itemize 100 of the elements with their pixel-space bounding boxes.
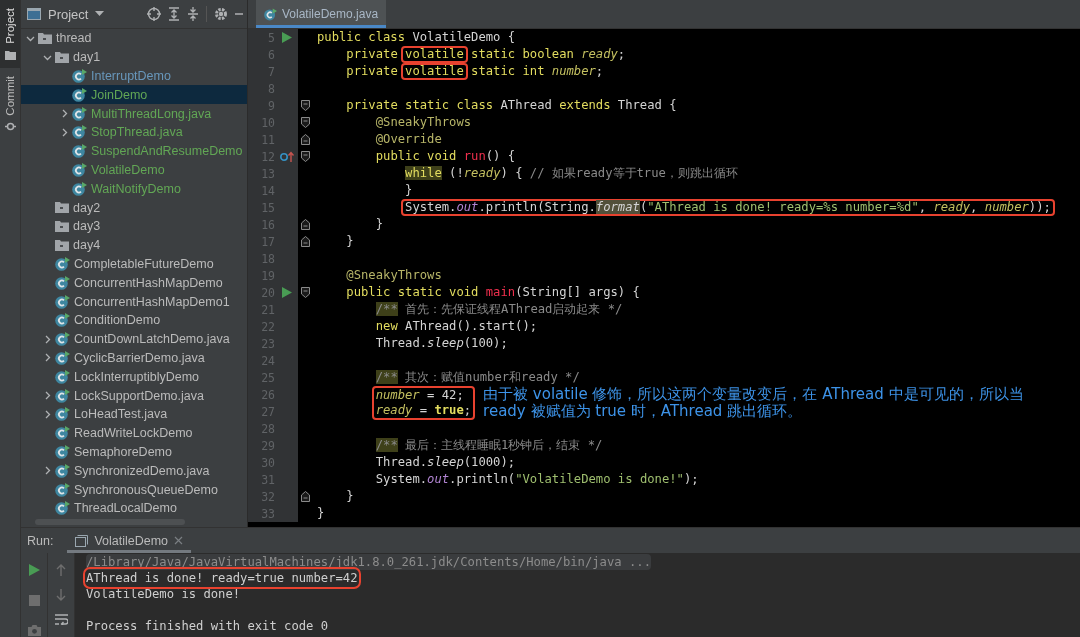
class-icon xyxy=(72,162,87,177)
fold-icon[interactable] xyxy=(300,134,310,145)
tree-item[interactable]: SemaphoreDemo xyxy=(21,442,247,462)
fold-icon[interactable] xyxy=(300,491,310,502)
class-icon xyxy=(55,369,70,384)
tree-item[interactable]: MultiThreadLong.java xyxy=(21,104,247,123)
tree-item[interactable]: ConcurrentHashMapDemo1 xyxy=(21,292,247,311)
folder-icon xyxy=(55,51,69,63)
code-line: Thread.sleep(100); xyxy=(374,335,508,352)
class-icon xyxy=(55,350,70,365)
fold-icon[interactable] xyxy=(300,151,310,162)
collapse-all-icon[interactable] xyxy=(187,7,199,21)
console-line: Process finished with exit code 0 xyxy=(86,618,329,634)
class-icon xyxy=(72,69,87,83)
locate-icon[interactable] xyxy=(147,7,161,21)
code-line: private volatile static int number; xyxy=(345,63,604,80)
code-line: } xyxy=(374,216,384,233)
class-icon xyxy=(55,388,70,403)
tool-window-tab[interactable]: Project xyxy=(0,0,20,68)
run-tab[interactable]: VolatileDemo xyxy=(67,528,192,553)
code-line: private static class AThread extends Thread { xyxy=(345,97,677,114)
code-line: ready = true; xyxy=(375,403,472,418)
class-icon xyxy=(55,482,70,497)
code-line: } xyxy=(317,505,325,522)
code-line: @SneakyThrows xyxy=(345,267,442,284)
fold-icon[interactable] xyxy=(300,236,310,247)
class-icon xyxy=(55,501,70,516)
tree-item[interactable]: LockInterruptiblyDemo xyxy=(21,367,247,387)
fold-icon[interactable] xyxy=(300,219,310,230)
tree-item[interactable]: CountDownLatchDemo.java xyxy=(21,329,247,349)
fold-icon[interactable] xyxy=(300,117,310,128)
folder-icon xyxy=(55,239,69,251)
tree-item[interactable]: day1 xyxy=(21,47,247,67)
tool-window-tab[interactable]: Commit xyxy=(0,67,20,141)
code-line: System.out.println("VolatileDemo is done!"); xyxy=(374,471,699,488)
run-icon[interactable] xyxy=(281,287,292,298)
project-view-icon xyxy=(27,8,41,20)
run-icon[interactable] xyxy=(28,564,40,576)
tree-item[interactable]: ThreadLocalDemo xyxy=(21,498,247,517)
tree-item[interactable]: thread xyxy=(21,29,247,48)
console-line: AThread is done! ready=true number=42 xyxy=(86,570,358,586)
console-icon xyxy=(75,534,89,547)
tree-item[interactable]: ReadWriteLockDemo xyxy=(21,423,247,443)
tree-item[interactable]: day2 xyxy=(21,198,247,217)
code-line: public class VolatileDemo { xyxy=(317,29,516,46)
fold-icon[interactable] xyxy=(300,287,310,298)
run-icon[interactable] xyxy=(281,32,292,43)
tree-item[interactable]: ConditionDemo xyxy=(21,310,247,330)
class-icon xyxy=(55,256,70,271)
tree-item[interactable]: LockSupportDemo.java xyxy=(21,386,247,405)
folder-icon xyxy=(38,32,52,44)
code-line: } xyxy=(345,488,354,505)
tree-item[interactable]: VolatileDemo xyxy=(21,160,247,180)
class-icon xyxy=(55,463,70,478)
settings-icon[interactable] xyxy=(214,7,228,21)
class-icon xyxy=(72,144,87,159)
code-line: new AThread().start(); xyxy=(374,318,538,335)
code-line: } xyxy=(345,233,354,250)
code-line: @SneakyThrows xyxy=(374,114,472,131)
code-line: number = 42; xyxy=(375,388,465,403)
tree-item[interactable]: InterruptDemo xyxy=(21,66,247,86)
chevron-icon[interactable] xyxy=(43,466,52,476)
console-line: VolatileDemo is done! xyxy=(86,586,241,602)
tree-item[interactable]: SuspendAndResumeDemo xyxy=(21,141,247,161)
code-line: } xyxy=(404,182,413,199)
tree-item[interactable]: CyclicBarrierDemo.java xyxy=(21,348,247,368)
tree-item[interactable]: JoinDemo xyxy=(21,85,247,105)
fold-icon[interactable] xyxy=(300,100,310,111)
file-tab[interactable]: VolatileDemo.java xyxy=(256,0,387,28)
folder-icon xyxy=(55,220,69,232)
code-line: /** 最后：主线程睡眠1秒钟后，结束 */ xyxy=(374,437,603,454)
soft-wrap-icon[interactable] xyxy=(54,614,68,625)
class-icon xyxy=(55,426,70,441)
code-line: while (!ready) { // 如果ready等于true，则跳出循环 xyxy=(404,165,738,182)
class-icon xyxy=(55,444,70,459)
tree-item[interactable]: StopThread.java xyxy=(21,123,247,142)
class-icon xyxy=(72,106,87,121)
panel-title[interactable]: Project xyxy=(48,6,89,22)
folder-icon xyxy=(4,49,16,60)
class-icon xyxy=(55,332,70,347)
tree-item[interactable]: ConcurrentHashMapDemo xyxy=(21,273,247,293)
panel-title: Run: xyxy=(27,533,54,548)
code-line: private volatile static boolean ready; xyxy=(345,46,626,63)
code-line: /** 首先：先保证线程AThread启动起来 */ xyxy=(374,301,623,318)
class-icon xyxy=(72,87,87,102)
annotation-text: 由于被 volatile 修饰，所以这两个变量改变后，在 AThread 中是可见的，所以当 ready 被赋值为 true 时，AThread 跳出循环。 xyxy=(483,386,1025,420)
tree-item[interactable]: LoHeadTest.java xyxy=(21,404,247,424)
tree-item[interactable]: SynchronizedDemo.java xyxy=(21,461,247,481)
code-line: /** 其次：赋值number和ready */ xyxy=(374,369,580,386)
tree-item[interactable]: day3 xyxy=(21,216,247,236)
close-icon[interactable] xyxy=(174,536,184,545)
caret-icon[interactable] xyxy=(95,11,105,17)
tree-item[interactable]: SynchronousQueueDemo xyxy=(21,480,247,499)
override-icon[interactable] xyxy=(279,151,294,162)
tree-item[interactable]: day4 xyxy=(21,235,247,255)
class-icon xyxy=(55,294,70,309)
tree-item[interactable]: WaitNotifyDemo xyxy=(21,179,247,199)
tree-item[interactable]: CompletableFutureDemo xyxy=(21,254,247,274)
class-icon xyxy=(264,7,277,21)
expand-all-icon[interactable] xyxy=(168,7,180,21)
